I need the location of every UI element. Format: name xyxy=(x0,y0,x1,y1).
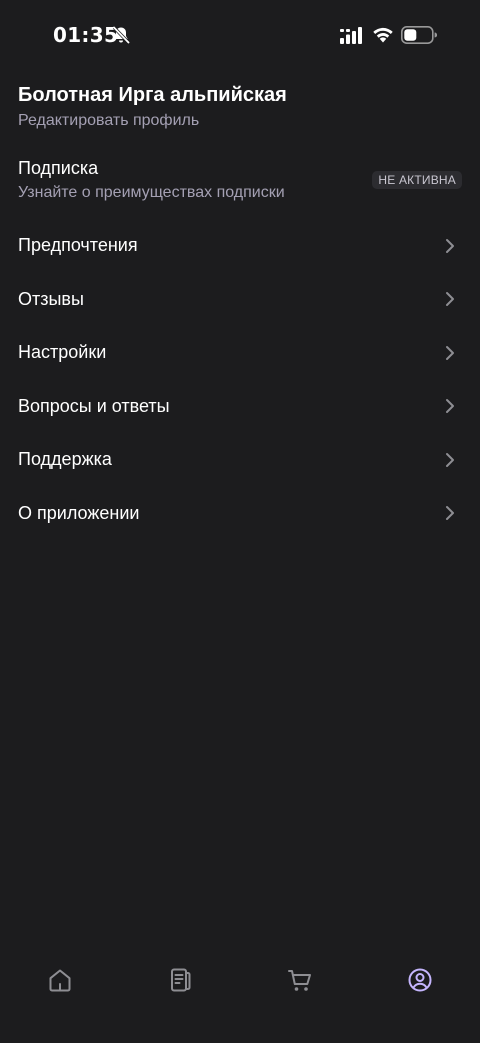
subscription-row[interactable]: Подписка Узнайте о преимуществах подписк… xyxy=(18,156,462,208)
profile-screen: 01:35 Болотная Ирга альпийская Редактиро… xyxy=(0,0,480,1043)
menu-item-label: Вопросы и ответы xyxy=(18,395,170,416)
status-time: 01:35 xyxy=(53,23,119,47)
menu-item-preferences[interactable]: Предпочтения xyxy=(0,219,480,273)
bottom-nav xyxy=(0,950,480,1010)
catalog-icon xyxy=(171,968,191,992)
edit-profile-link[interactable]: Редактировать профиль xyxy=(18,110,458,132)
menu-item-label: О приложении xyxy=(18,502,140,523)
menu-item-settings[interactable]: Настройки xyxy=(0,326,480,380)
menu-item-label: Предпочтения xyxy=(18,235,138,256)
tab-cart[interactable] xyxy=(240,950,360,1010)
wifi-icon xyxy=(373,27,393,43)
profile-name: Болотная Ирга альпийская xyxy=(18,84,287,106)
bell-slash-icon xyxy=(112,26,130,44)
chevron-right-icon xyxy=(446,292,454,307)
chevron-right-icon xyxy=(446,399,454,414)
status-bar: 01:35 xyxy=(0,0,480,70)
tab-profile[interactable] xyxy=(360,950,480,1010)
chevron-right-icon xyxy=(446,452,454,467)
menu-item-label: Отзывы xyxy=(18,288,84,309)
battery-icon xyxy=(401,26,437,44)
menu-item-support[interactable]: Поддержка xyxy=(0,433,480,487)
signal-icon xyxy=(340,27,362,44)
chevron-right-icon xyxy=(446,238,454,253)
menu-item-reviews[interactable]: Отзывы xyxy=(0,273,480,327)
profile-header[interactable]: Болотная Ирга альпийская Редактировать п… xyxy=(18,82,458,132)
tab-home[interactable] xyxy=(0,950,120,1010)
chevron-right-icon xyxy=(446,506,454,521)
tab-catalog[interactable] xyxy=(120,950,240,1010)
menu-item-label: Настройки xyxy=(18,342,107,363)
home-icon xyxy=(49,969,71,992)
menu-item-faq[interactable]: Вопросы и ответы xyxy=(0,380,480,434)
cart-icon xyxy=(288,970,311,991)
menu-item-about[interactable]: О приложении xyxy=(0,487,480,541)
menu-item-label: Поддержка xyxy=(18,449,112,470)
profile-icon xyxy=(408,968,432,992)
chevron-right-icon xyxy=(446,345,454,360)
status-badge: НЕ АКТИВНА xyxy=(372,171,462,189)
settings-menu: Предпочтения Отзывы Настройки Вопросы и … xyxy=(0,219,480,540)
